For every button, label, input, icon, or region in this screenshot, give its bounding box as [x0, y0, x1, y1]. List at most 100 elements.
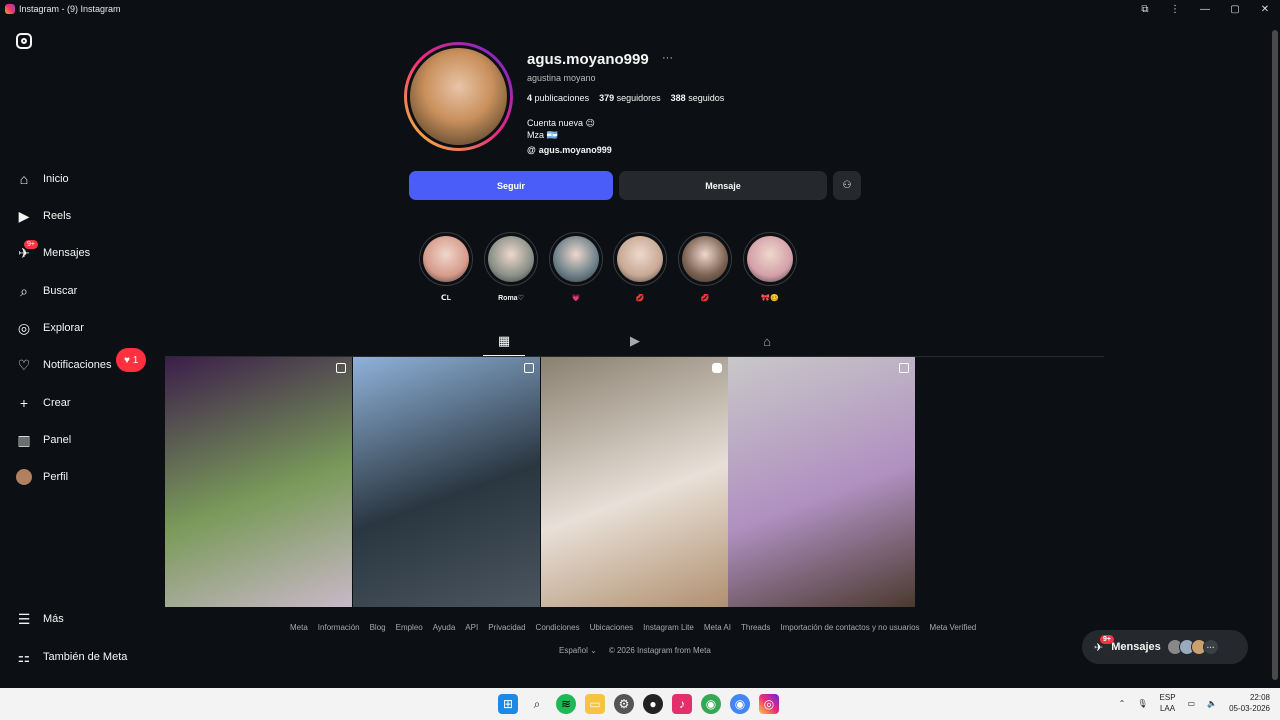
app-icon[interactable]: ●: [643, 694, 663, 714]
following-count[interactable]: 388 seguidos: [671, 93, 725, 103]
tiktok-icon[interactable]: ♪: [672, 694, 692, 714]
tab-tagged[interactable]: ⌂: [759, 333, 775, 349]
scrollbar[interactable]: [1270, 18, 1280, 688]
story-highlight[interactable]: Roma♡: [483, 232, 539, 302]
notification-pill[interactable]: ♥ 1: [116, 348, 147, 372]
spotify-icon[interactable]: ≋: [556, 694, 576, 714]
sidebar-item-label: Reels: [43, 210, 72, 222]
instagram-logo-icon[interactable]: [16, 33, 32, 49]
post-thumbnail[interactable]: [541, 357, 728, 607]
followers-count[interactable]: 379 seguidores: [599, 93, 661, 103]
chrome-icon[interactable]: ◉: [730, 694, 750, 714]
more-options-icon[interactable]: ⋮: [1160, 4, 1190, 15]
footer-link[interactable]: Ayuda: [433, 623, 456, 632]
dashboard-icon: ▥: [17, 431, 31, 448]
footer-link[interactable]: Instagram Lite: [643, 623, 694, 632]
sidebar-item-label: Explorar: [43, 322, 84, 334]
footer-link[interactable]: Importación de contactos y no usuarios: [780, 623, 919, 632]
messages-badge: 9+: [24, 240, 38, 249]
reel-icon: [712, 363, 722, 373]
footer-link[interactable]: Meta: [290, 623, 308, 632]
sidebar-item-inicio[interactable]: ⌂ Inicio: [15, 167, 69, 191]
footer-link[interactable]: Ubicaciones: [590, 623, 634, 632]
tagged-icon: ⌂: [763, 333, 771, 349]
carousel-icon: [899, 363, 909, 373]
post-thumbnail[interactable]: [353, 357, 540, 607]
sidebar-item-meta[interactable]: ⚏ También de Meta: [15, 645, 128, 669]
footer-link[interactable]: Blog: [370, 623, 386, 632]
chevron-up-icon[interactable]: ⌃: [1119, 699, 1126, 708]
story-highlight[interactable]: 🎀🥴: [742, 232, 798, 302]
footer-link[interactable]: Meta AI: [704, 623, 731, 632]
highlight-label: 💋: [700, 295, 710, 302]
menu-icon: ☰: [17, 610, 31, 627]
post-thumbnail[interactable]: [728, 357, 915, 607]
messenger-icon: ✈ 9+: [1094, 634, 1114, 654]
search-icon[interactable]: ⌕: [527, 694, 547, 714]
microphone-icon[interactable]: 🎙: [1137, 699, 1147, 708]
language-indicator[interactable]: ESP LAA: [1160, 692, 1176, 714]
tab-reels[interactable]: ▶: [627, 333, 643, 349]
network-icon[interactable]: ▭: [1188, 699, 1196, 708]
sidebar-item-label: Mensajes: [43, 247, 91, 259]
search-icon: ⌕: [20, 282, 28, 299]
messages-widget[interactable]: ✈ 9+ Mensajes ···: [1082, 630, 1248, 664]
threads-icon: @: [527, 145, 536, 155]
maximize-button[interactable]: ▢: [1220, 4, 1250, 15]
footer-link[interactable]: API: [465, 623, 478, 632]
sidebar-item-explorar[interactable]: ◎ Explorar: [15, 316, 84, 340]
sidebar-item-mensajes[interactable]: ✈ 9+ Mensajes: [15, 240, 91, 265]
footer-link[interactable]: Threads: [741, 623, 770, 632]
more-options-icon[interactable]: ···: [662, 52, 673, 64]
story-highlight[interactable]: 💋: [677, 232, 733, 302]
sidebar-item-notificaciones[interactable]: ♡ Notificaciones: [15, 353, 112, 377]
messenger-icon: ✈ 9+: [15, 240, 38, 262]
app-icon[interactable]: ⚙: [614, 694, 634, 714]
explore-icon: ◎: [17, 319, 31, 336]
reels-icon: ▶: [18, 207, 30, 224]
instagram-app-icon: [5, 4, 15, 14]
profile-avatar[interactable]: [404, 42, 513, 151]
sidebar-item-crear[interactable]: + Crear: [15, 391, 71, 415]
footer-link[interactable]: Información: [318, 623, 360, 632]
meta-icon: ⚏: [17, 648, 31, 665]
footer-links: Meta Información Blog Empleo Ayuda API Privaci…: [290, 623, 976, 632]
story-highlight[interactable]: 💗: [548, 232, 604, 302]
footer-link[interactable]: Meta Verified: [930, 623, 977, 632]
home-icon: ⌂: [19, 171, 29, 187]
follow-button[interactable]: Seguir: [409, 171, 613, 200]
language-select[interactable]: Español ⌄: [559, 646, 597, 655]
sidebar-item-perfil[interactable]: Perfil: [15, 465, 68, 489]
messages-widget-label: Mensajes: [1111, 641, 1161, 653]
story-highlight[interactable]: ᑕL: [418, 232, 474, 302]
clock[interactable]: 22:08 05-03-2026: [1229, 692, 1270, 714]
tab-posts[interactable]: ▦: [496, 333, 512, 349]
sidebar-item-buscar[interactable]: ⌕ Buscar: [15, 279, 77, 303]
post-thumbnail[interactable]: [165, 357, 352, 607]
carousel-icon: [336, 363, 346, 373]
profile-stats: 4 publicaciones 379 seguidores 388 segui…: [527, 93, 724, 103]
close-button[interactable]: ✕: [1250, 4, 1280, 15]
file-explorer-icon[interactable]: ▭: [585, 694, 605, 714]
footer-link[interactable]: Condiciones: [536, 623, 580, 632]
message-button[interactable]: Mensaje: [619, 171, 827, 200]
sidebar-item-reels[interactable]: ▶ Reels: [15, 204, 72, 228]
reels-icon: ▶: [630, 333, 640, 348]
extensions-icon[interactable]: ⧉: [1130, 4, 1160, 15]
instagram-taskbar-icon[interactable]: ◎: [759, 694, 779, 714]
heart-icon: ♡: [17, 356, 31, 373]
sidebar-item-mas[interactable]: ☰ Más: [15, 607, 64, 631]
footer-link[interactable]: Empleo: [396, 623, 423, 632]
suggested-users-button[interactable]: ⚇: [833, 171, 861, 200]
chrome-icon[interactable]: ◉: [701, 694, 721, 714]
minimize-button[interactable]: —: [1190, 4, 1220, 15]
footer-link[interactable]: Privacidad: [488, 623, 525, 632]
highlight-label: Roma♡: [498, 295, 524, 302]
threads-link[interactable]: @ agus.moyano999: [527, 145, 612, 155]
highlight-cover: [682, 236, 728, 282]
volume-icon[interactable]: 🔈: [1207, 699, 1217, 708]
sidebar-item-panel[interactable]: ▥ Panel: [15, 428, 71, 452]
start-icon[interactable]: ⊞: [498, 694, 518, 714]
story-highlight[interactable]: 💋: [612, 232, 668, 302]
highlight-label: 💋: [635, 295, 645, 302]
